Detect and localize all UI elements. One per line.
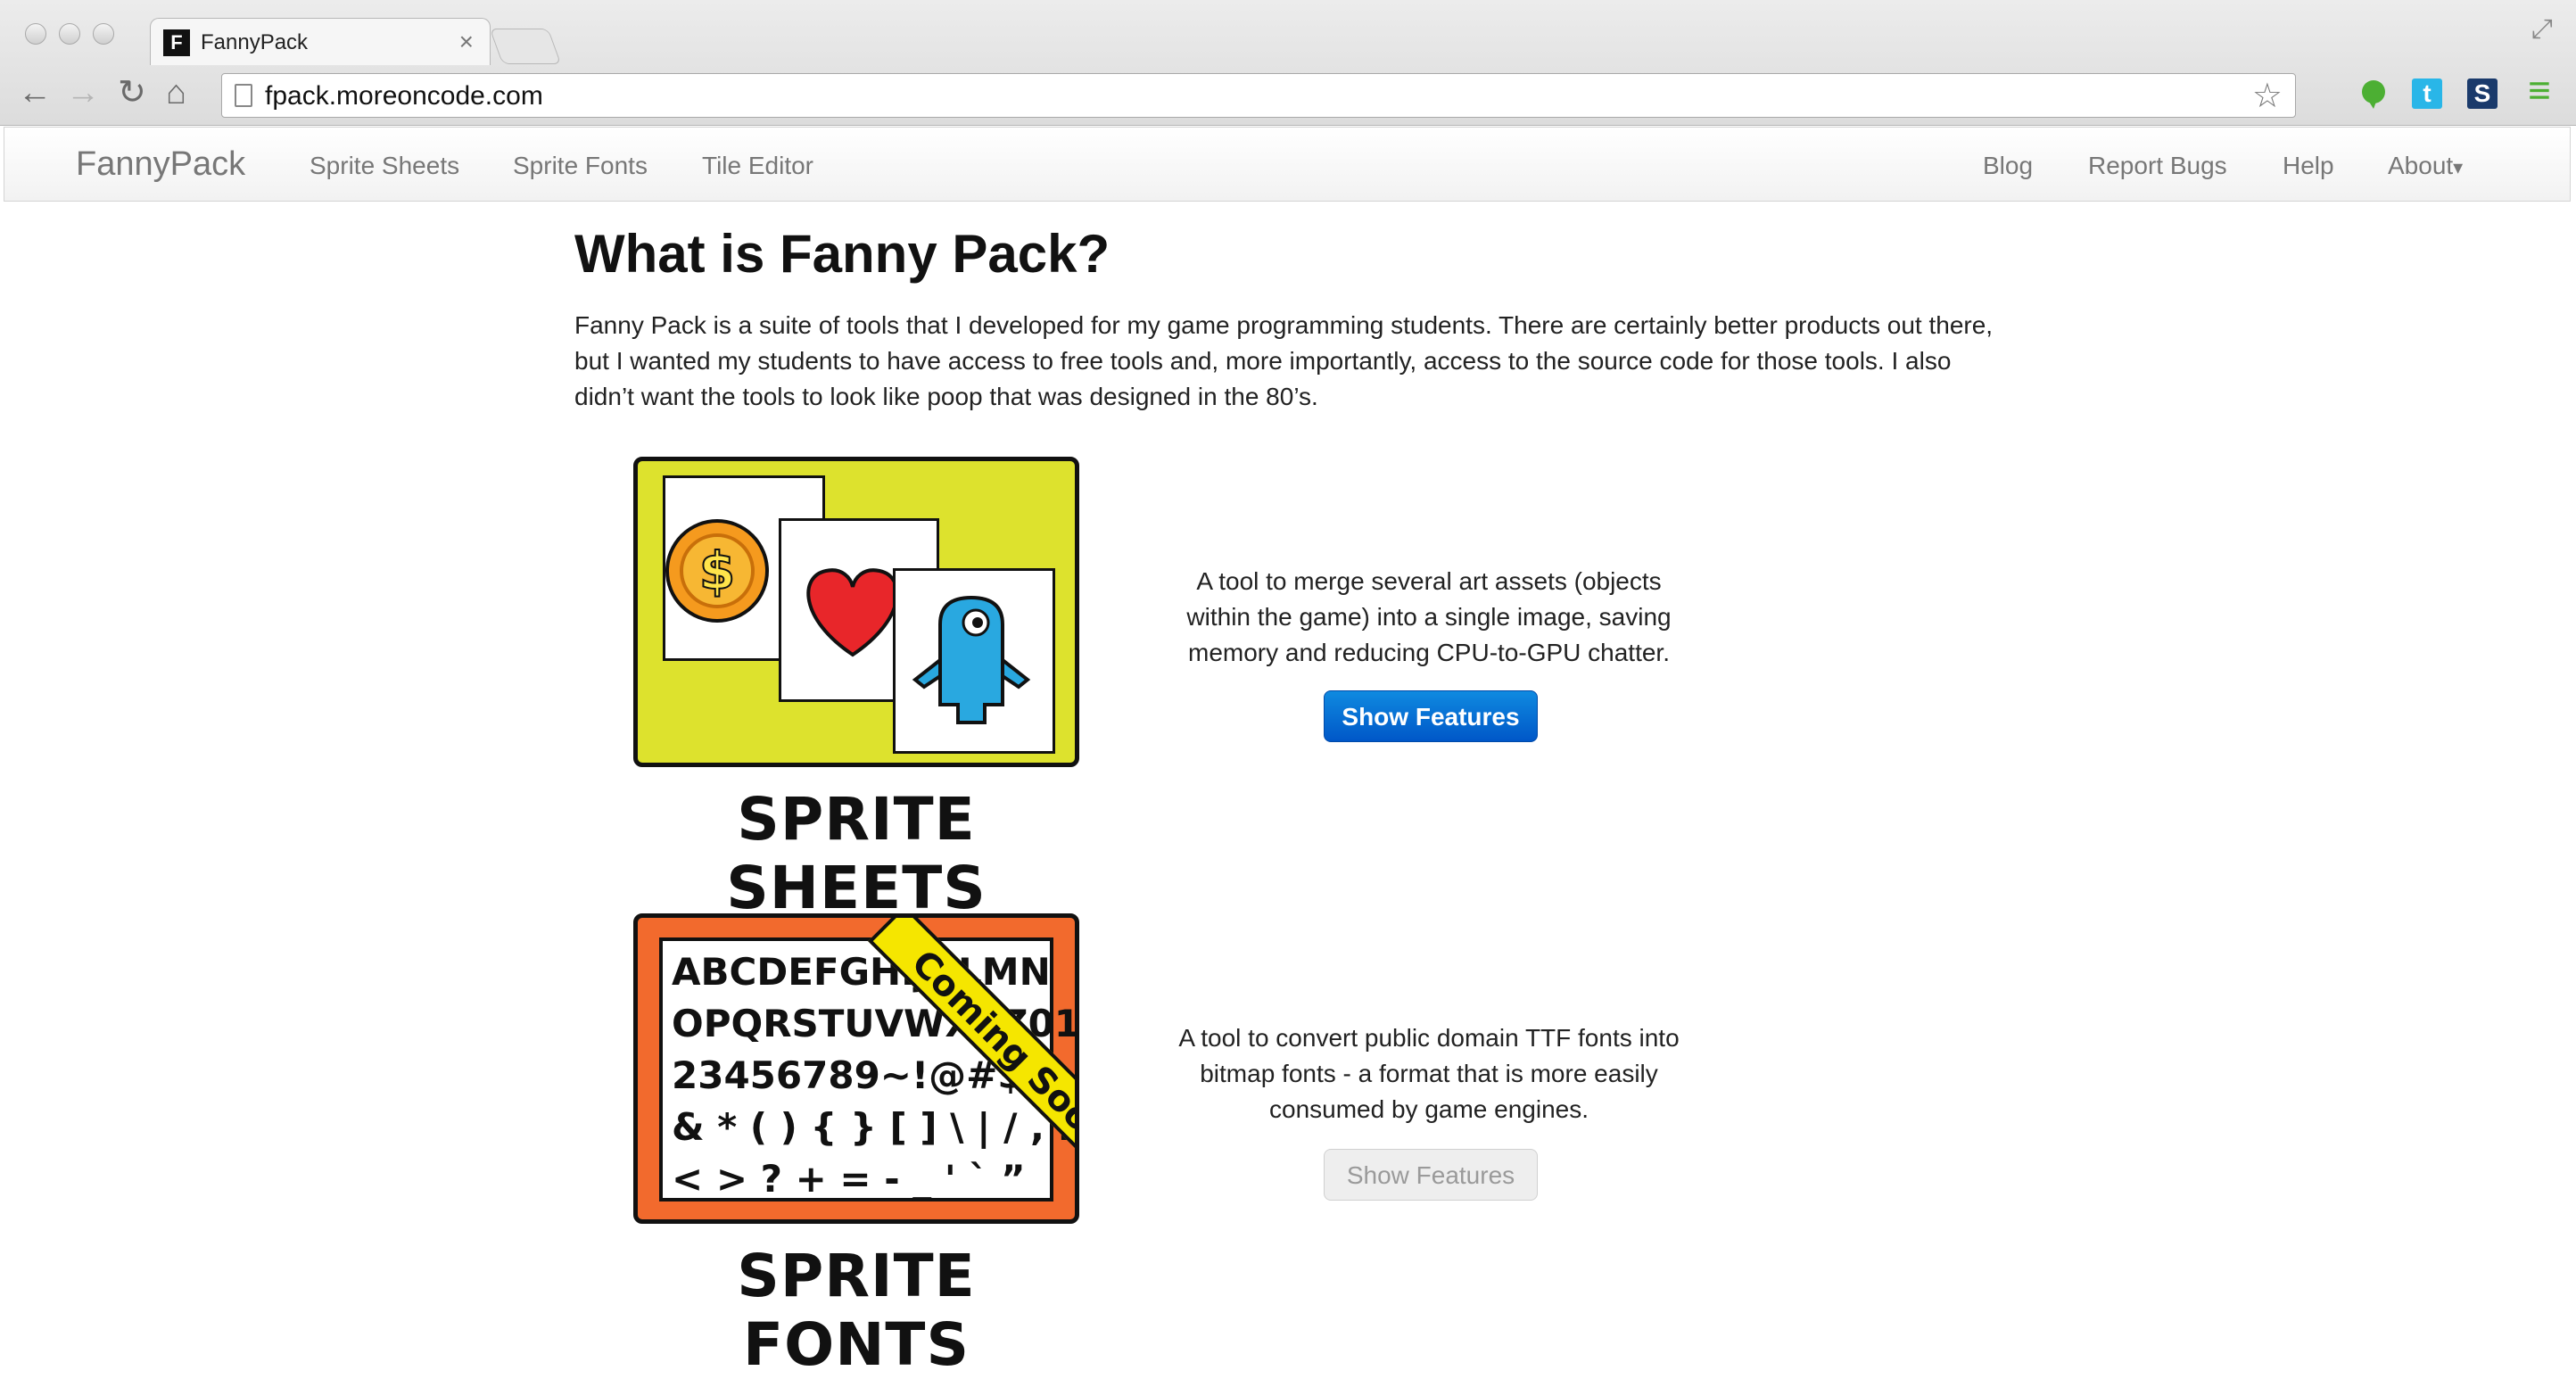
glyph-card: ABCDEFGHIJKLMN OPQRSTUVWXYZ01 23456789~!@#…	[659, 937, 1075, 1201]
monster-icon	[912, 595, 1031, 724]
nav-dropdown-about[interactable]: About▾	[2388, 152, 2463, 180]
nav-link-report-bugs[interactable]: Report Bugs	[2088, 152, 2227, 180]
home-button[interactable]: ⌂	[166, 75, 186, 111]
sprite-sheets-title: SPRITE SHEETS	[726, 785, 987, 922]
sprite-sheets-description: A tool to merge several art assets (obje…	[1186, 567, 1672, 666]
coin-symbol: $	[699, 541, 735, 601]
fullscreen-icon[interactable]: ⤢	[2531, 14, 2553, 45]
url-text[interactable]: fpack.moreoncode.com	[265, 81, 543, 111]
twitter-extension-icon[interactable]: t	[2412, 78, 2442, 109]
glyph-row: & * ( ) { } [ ] \ | / , . : ;	[672, 1105, 1072, 1149]
back-button[interactable]: ←	[18, 75, 52, 111]
glyph-row: < > ? + = - _ ' ` ”	[672, 1157, 1026, 1201]
nav-link-sprite-fonts[interactable]: Sprite Fonts	[513, 152, 648, 180]
page-title: What is Fanny Pack?	[574, 224, 1110, 284]
sprite-fonts-show-features-button[interactable]: Show Features	[1324, 1149, 1538, 1201]
glyph-row: ABCDEFGHIJKLMN	[672, 950, 1051, 994]
bookmark-star-icon[interactable]: ☆	[2252, 76, 2283, 116]
intro-paragraph: Fanny Pack is a suite of tools that I de…	[574, 311, 1994, 410]
page-icon	[235, 84, 252, 107]
browser-chrome: F FannyPack × ⤢ ← → ↻ ⌂ fpack.moreoncode…	[0, 0, 2576, 126]
menu-icon[interactable]: ≡	[2524, 71, 2555, 111]
monster-card	[893, 568, 1055, 754]
sprite-fonts-description: A tool to convert public domain TTF font…	[1178, 1024, 1680, 1123]
nav-link-tile-editor[interactable]: Tile Editor	[702, 152, 813, 180]
new-tab-button[interactable]	[489, 29, 562, 64]
favicon-icon: F	[163, 29, 190, 56]
forward-button[interactable]: →	[66, 75, 100, 111]
sprite-fonts-title: SPRITE FONTS	[737, 1242, 976, 1379]
sprite-sheets-graphic: $	[633, 457, 1079, 767]
sprite-sheets-show-features-button[interactable]: Show Features	[1324, 690, 1538, 742]
caret-down-icon: ▾	[2453, 156, 2464, 178]
about-label: About	[2388, 152, 2454, 179]
reload-button[interactable]: ↻	[118, 75, 146, 111]
sprite-fonts-graphic: ABCDEFGHIJKLMN OPQRSTUVWXYZ01 23456789~!@#…	[633, 913, 1079, 1224]
nav-link-help[interactable]: Help	[2283, 152, 2334, 180]
nav-link-blog[interactable]: Blog	[1983, 152, 2033, 180]
nav-link-sprite-sheets[interactable]: Sprite Sheets	[310, 152, 459, 180]
zoom-window-button[interactable]	[93, 23, 114, 45]
address-bar[interactable]: fpack.moreoncode.com ☆	[221, 73, 2296, 118]
minimize-window-button[interactable]	[59, 23, 80, 45]
tab-close-icon[interactable]: ×	[459, 28, 474, 56]
stumble-extension-icon[interactable]: S	[2467, 78, 2498, 109]
main-content: What is Fanny Pack?	[574, 223, 2002, 285]
evernote-extension-icon[interactable]	[2358, 78, 2389, 109]
tab-title: FannyPack	[201, 30, 309, 54]
site-navbar: FannyPack Sprite Sheets Sprite Fonts Til…	[4, 127, 2571, 202]
brand-link[interactable]: FannyPack	[76, 145, 245, 184]
browser-tab[interactable]: F FannyPack ×	[150, 18, 491, 65]
close-window-button[interactable]	[25, 23, 46, 45]
